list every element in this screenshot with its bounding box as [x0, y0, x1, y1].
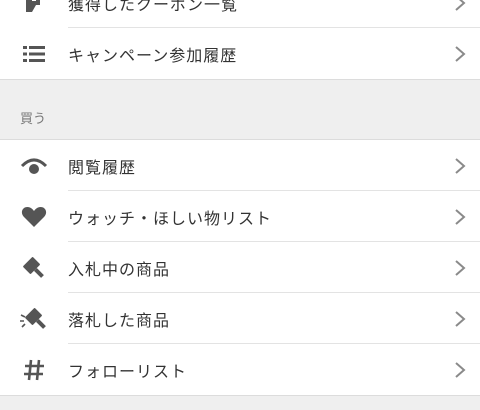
menu-item-watch-list[interactable]: ウォッチ・ほしい物リスト — [0, 191, 480, 242]
menu-item-label: 獲得したクーポン一覧 — [68, 0, 239, 14]
chevron-right-icon — [440, 344, 480, 395]
menu-item-browsing-history[interactable]: 閲覧履歴 — [0, 140, 480, 191]
gavel-icon — [0, 242, 68, 293]
chevron-right-icon — [440, 28, 480, 79]
chevron-right-icon — [440, 191, 480, 242]
menu-screen: 獲得したクーポン一覧 キャンペーン参加履歴 買う 閲覧履歴 ウォッチ・ほしい物リ… — [0, 0, 480, 406]
menu-item-label: ウォッチ・ほしい物リスト — [68, 208, 273, 228]
chevron-right-icon — [440, 0, 480, 28]
section-header-buy: 買う — [0, 79, 480, 140]
hash-icon — [0, 344, 68, 395]
menu-item-label: キャンペーン参加履歴 — [68, 45, 238, 65]
coupon-group: 獲得したクーポン一覧 キャンペーン参加履歴 — [0, 0, 480, 79]
menu-item-bidding[interactable]: 入札中の商品 — [0, 242, 480, 293]
coupon-icon — [0, 0, 68, 28]
chevron-right-icon — [440, 242, 480, 293]
eye-icon — [0, 140, 68, 191]
buy-group: 閲覧履歴 ウォッチ・ほしい物リスト 入札中の商品 落札した商品 フォローリスト — [0, 140, 480, 395]
chevron-right-icon — [440, 140, 480, 191]
section-title: 買う — [20, 112, 47, 127]
menu-item-label: 落札した商品 — [68, 310, 171, 330]
menu-item-label: 入札中の商品 — [68, 259, 171, 279]
menu-item-label: 閲覧履歴 — [68, 157, 137, 177]
list-icon — [0, 28, 68, 79]
menu-item-coupons[interactable]: 獲得したクーポン一覧 — [0, 0, 480, 28]
menu-item-campaign-history[interactable]: キャンペーン参加履歴 — [0, 28, 480, 79]
menu-item-won-items[interactable]: 落札した商品 — [0, 293, 480, 344]
chevron-right-icon — [440, 293, 480, 344]
section-footer-gap — [0, 395, 480, 406]
gavel-win-icon — [0, 293, 68, 344]
heart-icon — [0, 191, 68, 242]
menu-item-follow-list[interactable]: フォローリスト — [0, 344, 480, 395]
menu-item-label: フォローリスト — [68, 361, 188, 381]
